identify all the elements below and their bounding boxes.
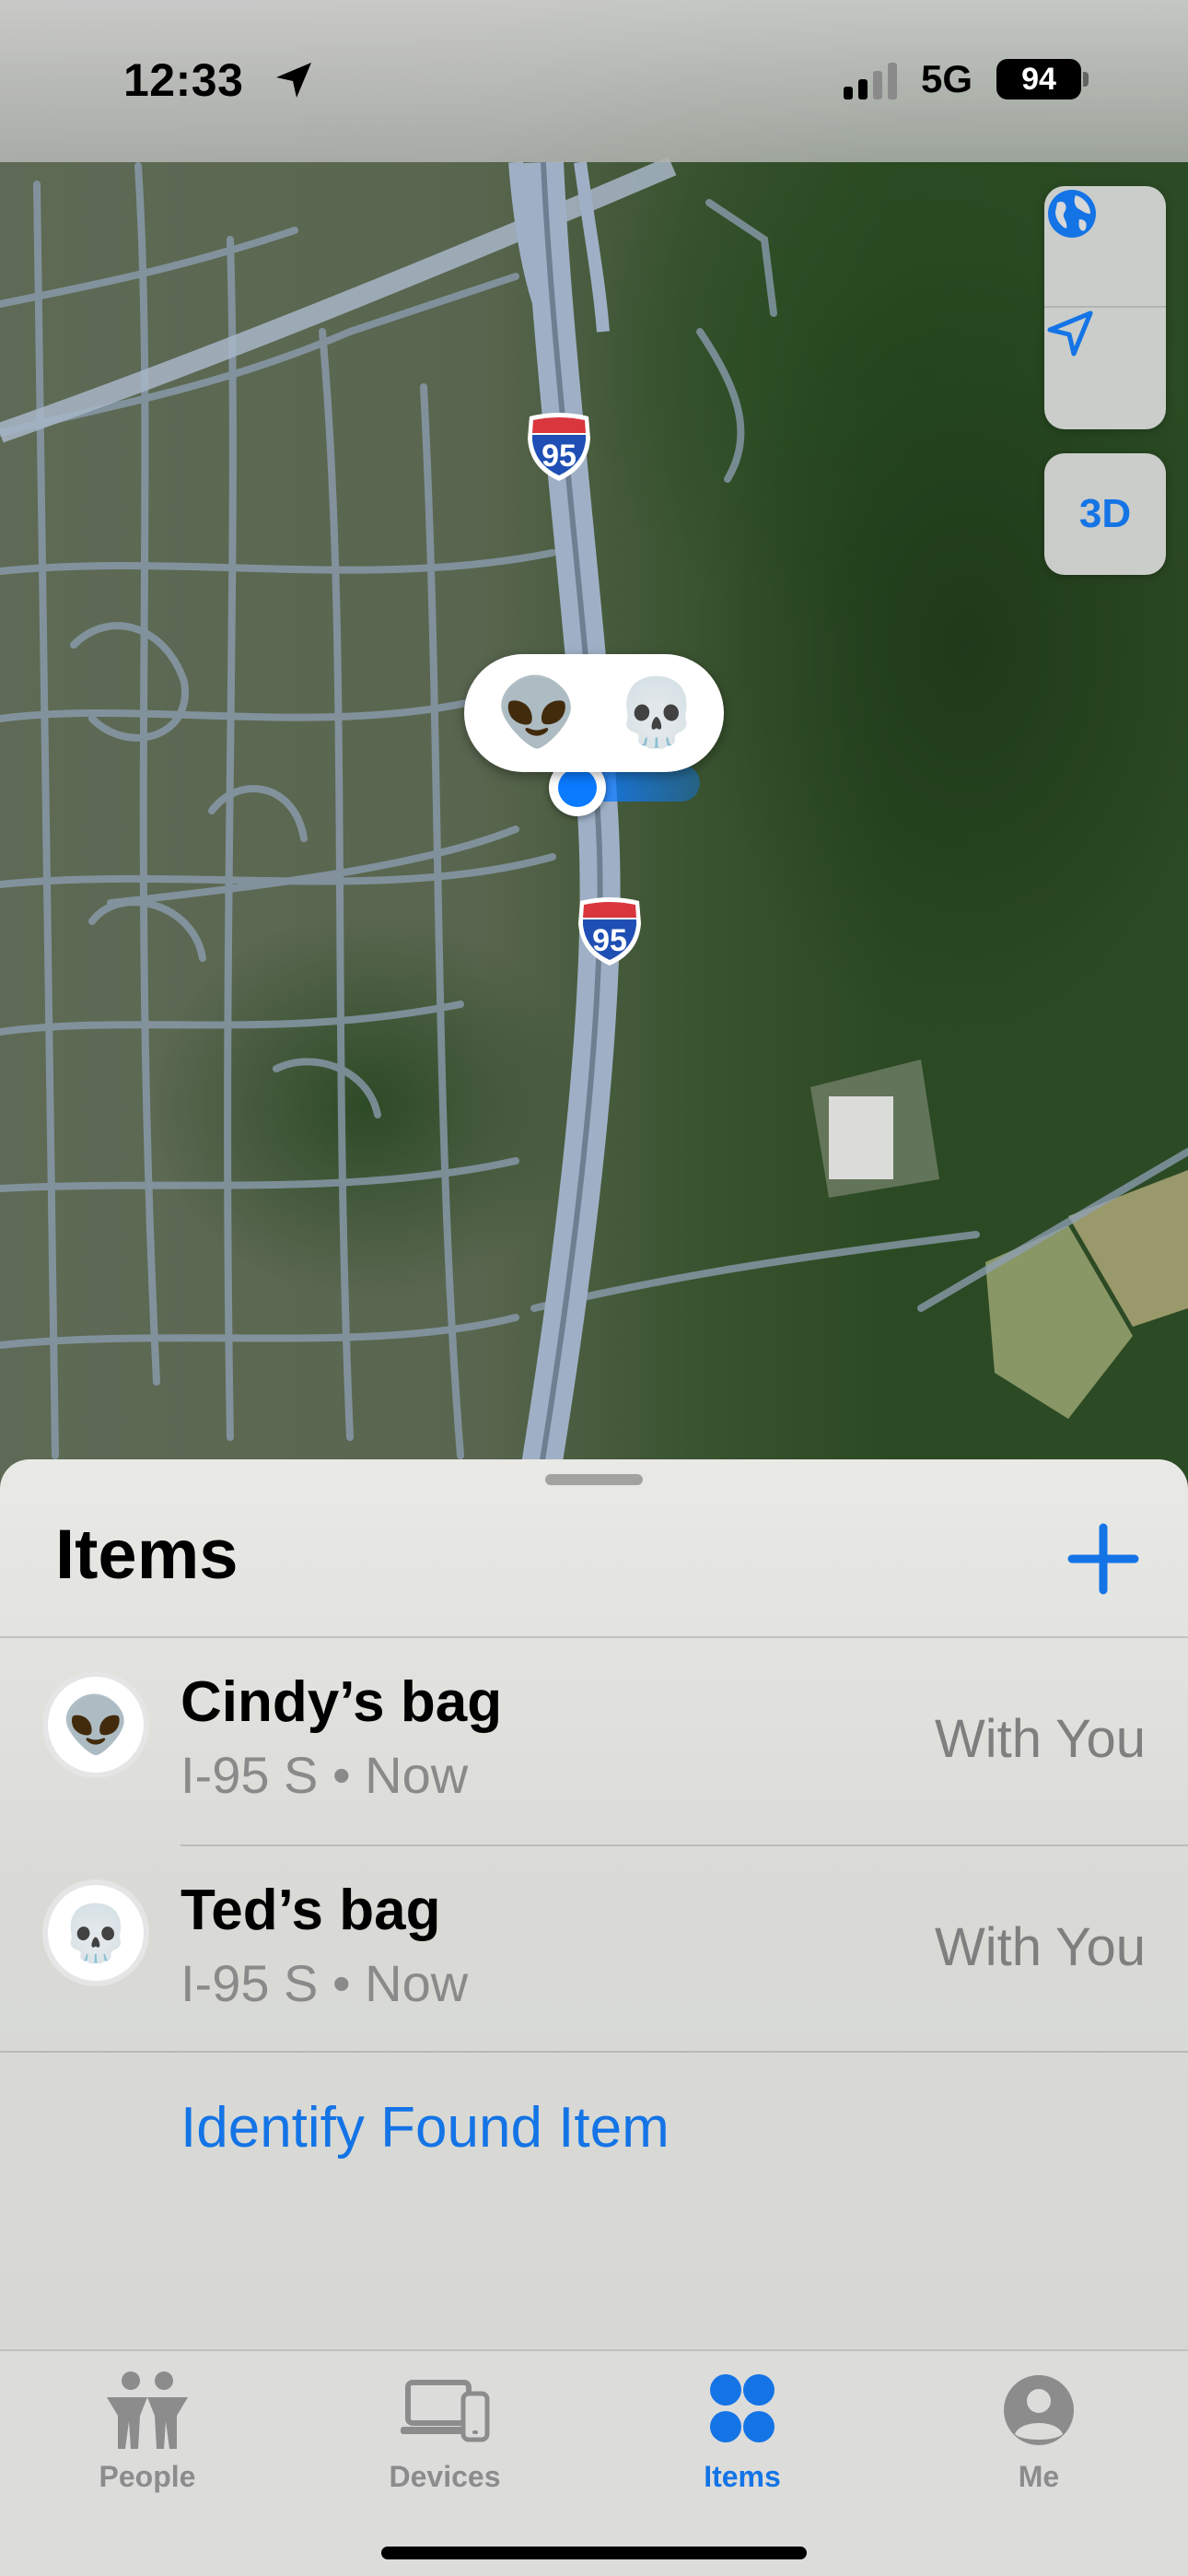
- avatar: 👽: [42, 1671, 149, 1778]
- tab-me[interactable]: Me: [947, 2370, 1131, 2508]
- location-arrow-icon: [1047, 310, 1093, 357]
- item-status: With You: [935, 1917, 1146, 1977]
- items-callout[interactable]: 👽 💀: [464, 654, 724, 772]
- tab-bar: People Devices Items Me: [0, 2349, 1188, 2576]
- map-view[interactable]: 95 95 👽 💀 3D: [0, 0, 1188, 1511]
- svg-text:95: 95: [542, 439, 577, 474]
- location-services-icon: [276, 63, 311, 98]
- items-sheet[interactable]: Items 👽 Cindy’s bag I-95 S • Now With Yo…: [0, 1459, 1188, 2351]
- 3d-toggle-button[interactable]: 3D: [1044, 453, 1166, 575]
- divider: [0, 1636, 1188, 1638]
- divider: [0, 2051, 1188, 2053]
- alien-emoji-icon[interactable]: 👽: [495, 676, 578, 750]
- skull-emoji-icon[interactable]: 💀: [615, 676, 698, 750]
- people-icon: [107, 2371, 188, 2449]
- avatar: 💀: [42, 1879, 149, 1986]
- items-icon: [710, 2374, 775, 2442]
- tab-items[interactable]: Items: [650, 2370, 834, 2508]
- home-indicator[interactable]: [381, 2547, 807, 2559]
- page-title: Items: [55, 1516, 239, 1594]
- tab-label: People: [99, 2460, 196, 2493]
- tab-label: Devices: [389, 2460, 501, 2493]
- list-item[interactable]: 💀 Ted’s bag I-95 S • Now With You: [0, 1848, 1188, 2055]
- highway-shield-icon: 95: [528, 413, 590, 481]
- status-bar: 12:33 5G 94: [0, 0, 1188, 162]
- item-name: Ted’s bag: [181, 1879, 441, 1942]
- battery-indicator: 94: [996, 59, 1081, 100]
- identify-found-item-button[interactable]: Identify Found Item: [181, 2095, 670, 2160]
- cellular-signal-icon: [844, 63, 897, 100]
- divider: [181, 1844, 1188, 1846]
- list-item[interactable]: 👽 Cindy’s bag I-95 S • Now With You: [0, 1640, 1188, 1846]
- tab-label: Items: [704, 2460, 781, 2493]
- tab-label: Me: [1018, 2460, 1060, 2493]
- item-status: With You: [935, 1709, 1146, 1769]
- battery-tip: [1083, 72, 1089, 87]
- tab-devices[interactable]: Devices: [353, 2370, 537, 2508]
- track-location-button[interactable]: [1044, 308, 1166, 429]
- me-icon: [1004, 2375, 1074, 2445]
- devices-icon: [401, 2380, 490, 2442]
- tab-people[interactable]: People: [55, 2370, 239, 2508]
- item-location: I-95 S • Now: [181, 1746, 469, 1804]
- highway-shield-icon: 95: [578, 897, 641, 966]
- item-name: Cindy’s bag: [181, 1670, 503, 1734]
- globe-icon: [1048, 190, 1096, 238]
- item-location: I-95 S • Now: [181, 1954, 469, 2012]
- map-controls: [1044, 186, 1166, 429]
- status-time: 12:33: [123, 54, 244, 106]
- add-item-button[interactable]: [1066, 1522, 1140, 1596]
- sheet-grabber[interactable]: [545, 1474, 643, 1485]
- svg-text:95: 95: [592, 923, 627, 958]
- network-type: 5G: [921, 57, 973, 100]
- map-style-button[interactable]: [1044, 186, 1166, 308]
